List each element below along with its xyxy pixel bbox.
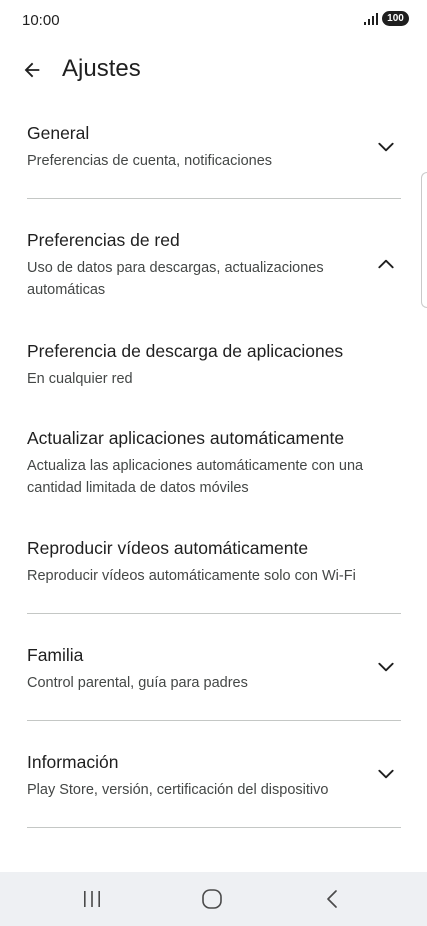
chevron-up-icon	[373, 251, 399, 277]
status-bar: 10:00 100	[0, 0, 427, 42]
battery-icon: 100	[382, 11, 409, 26]
back-icon	[327, 890, 337, 908]
home-icon	[202, 889, 222, 909]
section-general[interactable]: General Preferencias de cuenta, notifica…	[27, 122, 401, 172]
section-information-subtitle: Play Store, versión, certificación del d…	[27, 782, 329, 798]
recent-apps-icon	[84, 891, 100, 907]
divider	[27, 827, 401, 828]
setting-subtitle: En cualquier red	[27, 371, 133, 387]
setting-title: Actualizar aplicaciones automáticamente	[27, 428, 345, 448]
setting-title: Preferencia de descarga de aplicaciones	[27, 341, 344, 361]
setting-auto-update-apps[interactable]: Actualizar aplicaciones automáticamente …	[27, 427, 401, 499]
chevron-down-icon	[373, 761, 399, 787]
section-network-title: Preferencias de red	[27, 230, 180, 250]
recent-apps-button[interactable]	[52, 872, 132, 926]
section-general-title: General	[27, 123, 90, 143]
edge-panel-handle[interactable]	[421, 172, 427, 308]
divider	[27, 720, 401, 721]
arrow-left-icon	[24, 62, 40, 78]
section-general-subtitle: Preferencias de cuenta, notificaciones	[27, 153, 273, 169]
section-information-title: Información	[27, 752, 119, 772]
section-family[interactable]: Familia Control parental, guía para padr…	[27, 644, 401, 694]
signal-icon	[364, 12, 378, 25]
chevron-down-icon	[373, 654, 399, 680]
setting-subtitle: Reproducir vídeos automáticamente solo c…	[27, 568, 356, 584]
settings-screen: 10:00 100 Ajustes General Preferencias d…	[0, 0, 427, 926]
page-title: Ajustes	[62, 55, 141, 82]
back-button[interactable]	[14, 54, 50, 86]
setting-download-preference[interactable]: Preferencia de descarga de aplicaciones …	[27, 340, 401, 390]
setting-subtitle: Actualiza las aplicaciones automáticamen…	[27, 458, 364, 496]
setting-title: Reproducir vídeos automáticamente	[27, 538, 309, 558]
section-family-title: Familia	[27, 645, 84, 665]
app-header: Ajustes	[0, 48, 427, 92]
nav-back-button[interactable]	[292, 872, 372, 926]
status-icons: 100	[364, 11, 409, 26]
section-network-subtitle: Uso de datos para descargas, actualizaci…	[27, 260, 324, 298]
navigation-bar	[0, 872, 427, 926]
chevron-down-icon	[373, 134, 399, 160]
home-button[interactable]	[172, 872, 252, 926]
section-information[interactable]: Información Play Store, versión, certifi…	[27, 751, 401, 801]
setting-autoplay-videos[interactable]: Reproducir vídeos automáticamente Reprod…	[27, 537, 401, 587]
divider	[27, 198, 401, 199]
section-network[interactable]: Preferencias de red Uso de datos para de…	[27, 229, 401, 301]
divider	[27, 613, 401, 614]
section-family-subtitle: Control parental, guía para padres	[27, 675, 248, 691]
status-time: 10:00	[22, 12, 60, 29]
